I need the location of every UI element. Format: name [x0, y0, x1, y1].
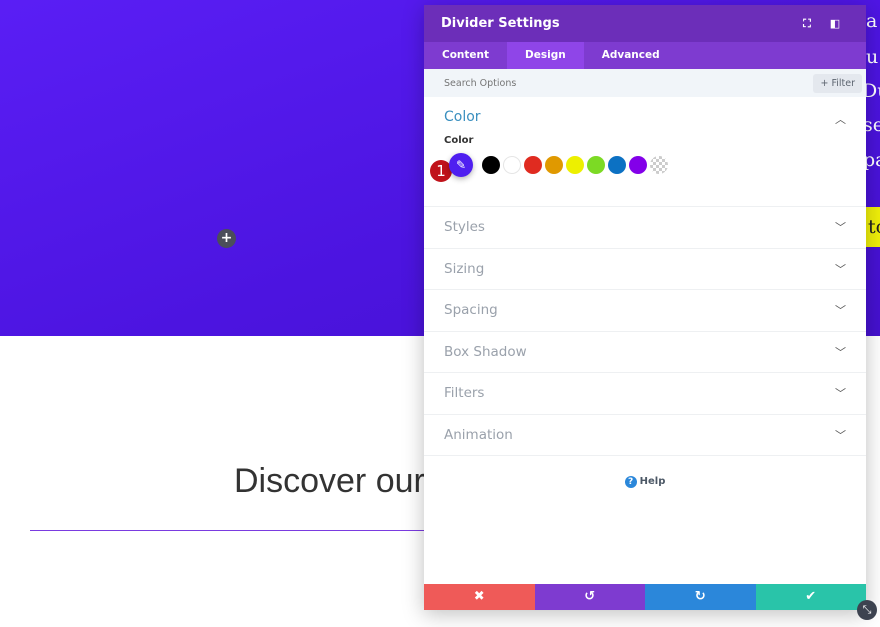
swatch-green[interactable]	[587, 156, 605, 174]
eyedropper-icon[interactable]: ✎	[449, 153, 473, 177]
swatch-white[interactable]	[503, 156, 521, 174]
swatch-orange[interactable]	[545, 156, 563, 174]
section-sizing[interactable]: Sizing ﹀	[424, 249, 866, 290]
filter-button[interactable]: + Filter	[813, 73, 862, 93]
cta-button[interactable]: to	[866, 207, 880, 247]
color-section: Color ︿ Color 1 ✎	[424, 97, 866, 207]
swatch-blue[interactable]	[608, 156, 626, 174]
text-fragment: u	[866, 46, 879, 68]
chevron-down-icon: ﹀	[835, 428, 846, 442]
section-box-shadow[interactable]: Box Shadow ﹀	[424, 332, 866, 373]
color-swatches: ✎	[444, 153, 846, 177]
section-styles[interactable]: Styles ﹀	[424, 207, 866, 249]
divider-line	[30, 530, 430, 531]
section-heading: Discover our	[234, 462, 425, 500]
redo-button[interactable]: ↻	[645, 584, 756, 610]
color-field-label: Color	[444, 135, 474, 146]
section-label: Box Shadow	[444, 343, 527, 360]
search-bar: + Filter	[424, 69, 866, 97]
chevron-down-icon: ﹀	[835, 304, 846, 318]
swatch-red[interactable]	[524, 156, 542, 174]
chevron-up-icon[interactable]: ︿	[835, 111, 846, 127]
tab-content[interactable]: Content	[424, 42, 507, 69]
chevron-down-icon: ﹀	[835, 262, 846, 276]
section-label: Spacing	[444, 302, 498, 319]
search-input[interactable]	[444, 77, 814, 89]
section-filters[interactable]: Filters ﹀	[424, 373, 866, 415]
save-button[interactable]: ✔	[755, 584, 866, 610]
tab-bar: Content Design Advanced	[424, 42, 866, 69]
color-section-title[interactable]: Color	[444, 97, 846, 125]
cancel-button[interactable]: ✖	[424, 584, 535, 610]
resize-handle-icon[interactable]: ⤡	[857, 600, 877, 620]
section-spacing[interactable]: Spacing ﹀	[424, 290, 866, 332]
swatch-purple[interactable]	[629, 156, 647, 174]
help-icon: ?	[624, 476, 637, 488]
chevron-down-icon: ﹀	[835, 345, 846, 359]
chevron-down-icon: ﹀	[835, 387, 846, 401]
help-label: Help	[639, 476, 666, 487]
swatch-black[interactable]	[482, 156, 500, 174]
help-link[interactable]: ? Help	[424, 476, 866, 488]
undo-button[interactable]: ↺	[534, 584, 645, 610]
panel-footer: ✖ ↺ ↻ ✔	[424, 584, 866, 610]
section-label: Sizing	[444, 260, 485, 277]
chevron-down-icon: ﹀	[835, 221, 846, 235]
tab-advanced[interactable]: Advanced	[584, 42, 678, 69]
section-label: Styles	[444, 219, 485, 236]
divider-settings-panel: Divider Settings ⛶ ◧ Content Design Adva…	[424, 5, 866, 610]
panel-title: Divider Settings	[441, 16, 560, 31]
panel-header: Divider Settings ⛶ ◧	[424, 5, 866, 42]
text-fragment: a	[866, 10, 878, 32]
sidebar-toggle-icon[interactable]: ◧	[821, 17, 849, 30]
add-module-button[interactable]: +	[217, 229, 236, 248]
fullscreen-icon[interactable]: ⛶	[793, 17, 821, 31]
tab-design[interactable]: Design	[507, 42, 584, 69]
swatch-transparent[interactable]	[650, 156, 668, 174]
section-label: Animation	[444, 426, 513, 443]
swatch-yellow[interactable]	[566, 156, 584, 174]
section-label: Filters	[444, 385, 485, 402]
section-animation[interactable]: Animation ﹀	[424, 415, 866, 456]
